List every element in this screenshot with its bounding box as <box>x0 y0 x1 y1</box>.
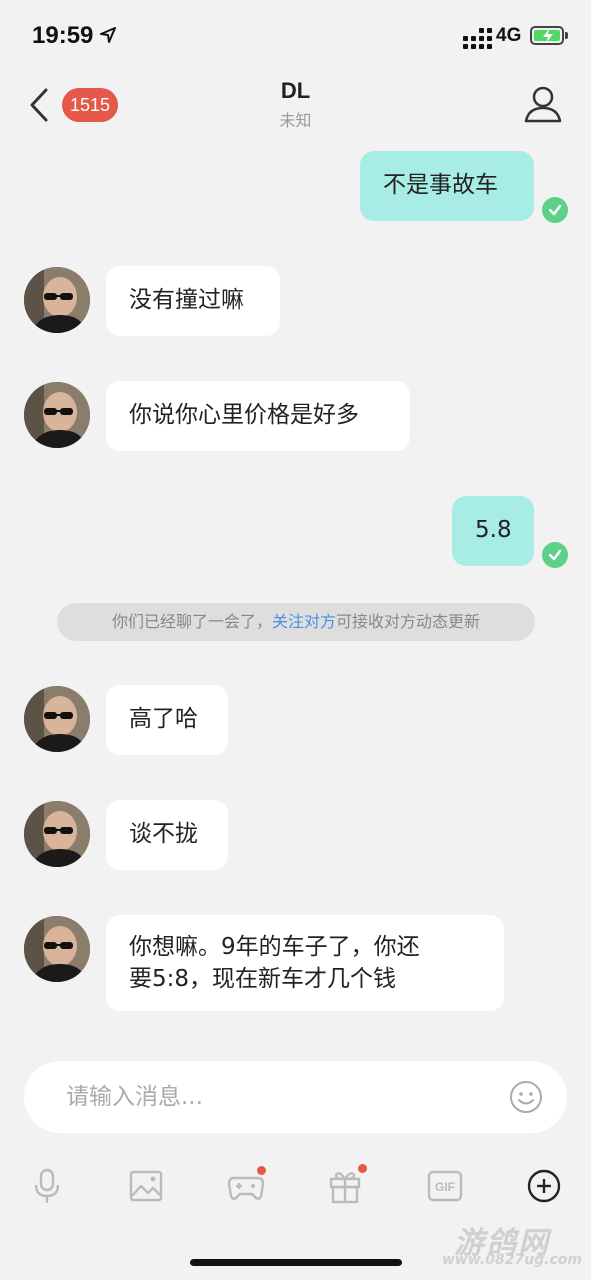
svg-text:GIF: GIF <box>435 1180 455 1194</box>
battery-tip <box>565 32 568 39</box>
message-bubble-incoming[interactable]: 高了哈 <box>106 685 228 755</box>
battery-icon <box>530 26 564 45</box>
emoji-button[interactable] <box>509 1080 543 1114</box>
system-notice-text-after: 可接收对方动态更新 <box>336 612 481 631</box>
message-bubble-outgoing[interactable]: 不是事故车 <box>360 151 534 221</box>
contact-name: DL <box>280 78 311 103</box>
notification-dot <box>257 1166 266 1175</box>
message-bubble-outgoing[interactable]: 5.8 <box>452 496 534 566</box>
status-bar: 19:59 4G <box>0 0 591 72</box>
status-time: 19:59 <box>32 22 94 49</box>
watermark: 游鸽网 www.0827ug.com <box>380 1218 590 1278</box>
avatar[interactable] <box>24 382 90 448</box>
message-input-container <box>24 1061 567 1133</box>
watermark-url: www.0827ug.com <box>442 1252 582 1268</box>
plus-icon <box>527 1169 561 1203</box>
gift-button[interactable] <box>325 1164 367 1206</box>
home-indicator[interactable] <box>190 1259 402 1266</box>
message-input[interactable] <box>66 1081 496 1113</box>
profile-button[interactable] <box>523 84 563 124</box>
avatar[interactable] <box>24 916 90 982</box>
avatar[interactable] <box>24 686 90 752</box>
gif-button[interactable]: GIF <box>425 1166 465 1206</box>
location-arrow-icon <box>100 27 116 43</box>
read-check-icon <box>542 197 568 223</box>
mic-icon <box>34 1168 60 1203</box>
avatar[interactable] <box>24 801 90 867</box>
contact-location: 未知 <box>279 111 312 130</box>
input-toolbar: GIF <box>0 1160 591 1216</box>
user-icon <box>524 86 562 123</box>
message-bubble-incoming[interactable]: 你说你心里价格是好多 <box>106 381 410 451</box>
avatar[interactable] <box>24 267 90 333</box>
emoji-icon <box>510 1081 542 1113</box>
image-button[interactable] <box>126 1166 166 1206</box>
message-bubble-incoming[interactable]: 你想嘛。9年的车子了，你还 要5:8，现在新车才几个钱 <box>106 915 504 1011</box>
mic-button[interactable] <box>27 1166 67 1206</box>
notification-dot <box>358 1164 367 1173</box>
system-notice-text: 你们已经聊了一会了， <box>111 612 272 631</box>
message-bubble-incoming[interactable]: 没有撞过嘛 <box>106 266 280 336</box>
image-icon <box>129 1170 163 1202</box>
chat-header: 1515 DL 未知 <box>0 72 591 142</box>
signal-icon <box>463 28 492 49</box>
game-button[interactable] <box>226 1166 266 1206</box>
more-button[interactable] <box>524 1166 564 1206</box>
read-check-icon <box>542 542 568 568</box>
follow-link[interactable]: 关注对方 <box>272 612 336 631</box>
system-notice: 你们已经聊了一会了，关注对方可接收对方动态更新 <box>57 603 535 641</box>
message-bubble-incoming[interactable]: 谈不拢 <box>106 800 228 870</box>
network-type: 4G <box>496 25 522 46</box>
gif-icon: GIF <box>427 1170 463 1202</box>
